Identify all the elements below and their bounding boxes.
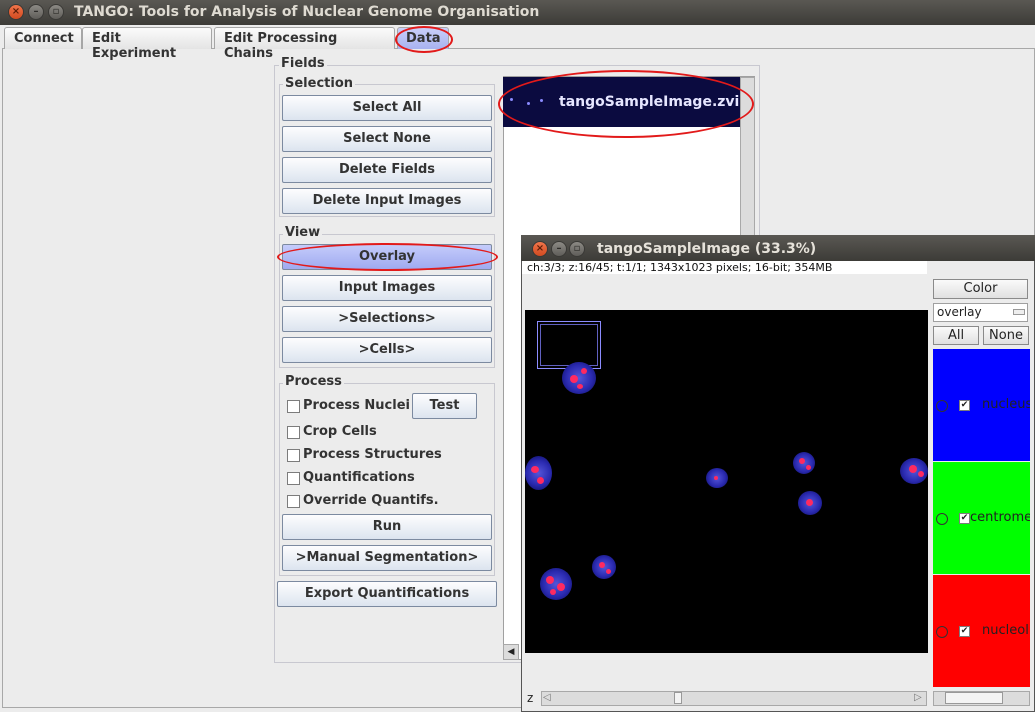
fields-label: Fields xyxy=(279,56,327,71)
manual-segmentation-button[interactable]: >Manual Segmentation> xyxy=(282,545,492,571)
run-button[interactable]: Run xyxy=(282,514,492,540)
image-maximize-button[interactable]: ▫ xyxy=(569,241,585,257)
nucleolus-spot xyxy=(806,499,813,506)
nucleus xyxy=(562,362,596,394)
z-slider-right-arrow[interactable]: ▷ xyxy=(914,692,922,703)
nucleolus-spot xyxy=(799,458,805,464)
quantifications-checkbox[interactable] xyxy=(287,472,300,485)
delete-input-images-button[interactable]: Delete Input Images xyxy=(282,188,492,214)
nucleolus-spot xyxy=(599,562,605,568)
channel-nucleus-radio[interactable] xyxy=(936,400,948,412)
highlight-ring-overlay xyxy=(277,243,498,271)
nucleolus-spot xyxy=(570,375,578,383)
quantifications-label: Quantifications xyxy=(303,470,415,485)
select-all-button[interactable]: Select All xyxy=(282,95,492,121)
minimize-window-button[interactable]: – xyxy=(28,4,44,20)
channel-nucleoli-label: nucleoli xyxy=(982,623,1030,638)
z-slider[interactable] xyxy=(541,691,927,706)
highlight-ring-file xyxy=(498,70,754,138)
channel-nucleoli-radio[interactable] xyxy=(936,626,948,638)
all-channels-button[interactable]: All xyxy=(933,326,979,345)
selections-button[interactable]: >Selections> xyxy=(282,306,492,332)
input-images-button[interactable]: Input Images xyxy=(282,275,492,301)
nucleolus-spot xyxy=(909,465,917,473)
select-toggle-icon xyxy=(1013,309,1025,315)
crop-cells-checkbox[interactable] xyxy=(287,426,300,439)
override-quantifs-label: Override Quantifs. xyxy=(303,493,439,508)
process-label: Process xyxy=(283,374,344,389)
tab-edit-experiment[interactable]: Edit Experiment xyxy=(82,27,212,61)
channel-nucleoli-checkbox[interactable]: ✔ xyxy=(959,626,970,637)
nucleolus-spot xyxy=(918,471,924,477)
nucleolus-spot xyxy=(577,384,583,389)
nucleolus-spot xyxy=(531,466,539,473)
z-slider-label: z xyxy=(527,691,534,705)
process-nuclei-label: Process Nuclei xyxy=(303,398,410,413)
overlay-select-value: overlay xyxy=(937,305,982,319)
z-slider-thumb[interactable] xyxy=(674,692,682,704)
tab-connect[interactable]: Connect xyxy=(4,27,82,49)
process-structures-label: Process Structures xyxy=(303,447,442,462)
image-close-button[interactable]: × xyxy=(532,241,548,257)
close-window-button[interactable]: × xyxy=(8,4,24,20)
image-window-title: tangoSampleImage (33.3%) xyxy=(597,241,817,257)
channel-centromeres-radio[interactable] xyxy=(936,513,948,525)
image-info-text: ch:3/3; z:16/45; t:1/1; 1343x1023 pixels… xyxy=(527,262,833,273)
nucleolus-spot xyxy=(537,477,544,484)
nucleolus-spot xyxy=(550,589,556,595)
nucleolus-spot xyxy=(806,465,811,470)
channel-nucleus-label: nucleus xyxy=(982,397,1030,412)
maximize-window-button[interactable]: ▫ xyxy=(48,4,64,20)
tab-edit-processing-chains[interactable]: Edit Processing Chains xyxy=(214,27,395,61)
process-structures-checkbox[interactable] xyxy=(287,449,300,462)
nucleus xyxy=(525,456,552,490)
process-nuclei-checkbox[interactable] xyxy=(287,400,300,413)
list-scroll-left-arrow[interactable]: ◀ xyxy=(503,644,519,660)
crop-cells-label: Crop Cells xyxy=(303,424,377,439)
nucleus xyxy=(540,568,572,600)
test-button[interactable]: Test xyxy=(412,393,477,419)
channel-nucleus-checkbox[interactable]: ✔ xyxy=(959,400,970,411)
nucleolus-spot xyxy=(606,569,611,574)
nucleolus-spot xyxy=(581,368,587,374)
select-none-button[interactable]: Select None xyxy=(282,126,492,152)
override-quantifs-checkbox[interactable] xyxy=(287,495,300,508)
nucleolus-spot xyxy=(557,583,565,591)
highlight-ring-data-tab xyxy=(395,26,453,53)
image-minimize-button[interactable]: – xyxy=(551,241,567,257)
channel-centromeres-checkbox[interactable]: ✔ xyxy=(959,513,970,524)
window-title: TANGO: Tools for Analysis of Nuclear Gen… xyxy=(74,4,540,20)
none-channels-button[interactable]: None xyxy=(983,326,1029,345)
z-slider-left-arrow[interactable]: ◁ xyxy=(543,692,551,703)
nucleolus-spot xyxy=(714,476,718,480)
view-label: View xyxy=(283,225,323,240)
channel-centromeres-label: centromeres xyxy=(970,510,1030,525)
navigation-rectangle-inner xyxy=(540,324,598,366)
color-button[interactable]: Color xyxy=(933,279,1028,299)
export-quantifications-button[interactable]: Export Quantifications xyxy=(277,581,497,607)
delete-fields-button[interactable]: Delete Fields xyxy=(282,157,492,183)
selection-label: Selection xyxy=(283,76,356,91)
cells-button[interactable]: >Cells> xyxy=(282,337,492,363)
channel-scrollbar-thumb[interactable] xyxy=(945,692,1003,704)
nucleolus-spot xyxy=(546,576,554,584)
